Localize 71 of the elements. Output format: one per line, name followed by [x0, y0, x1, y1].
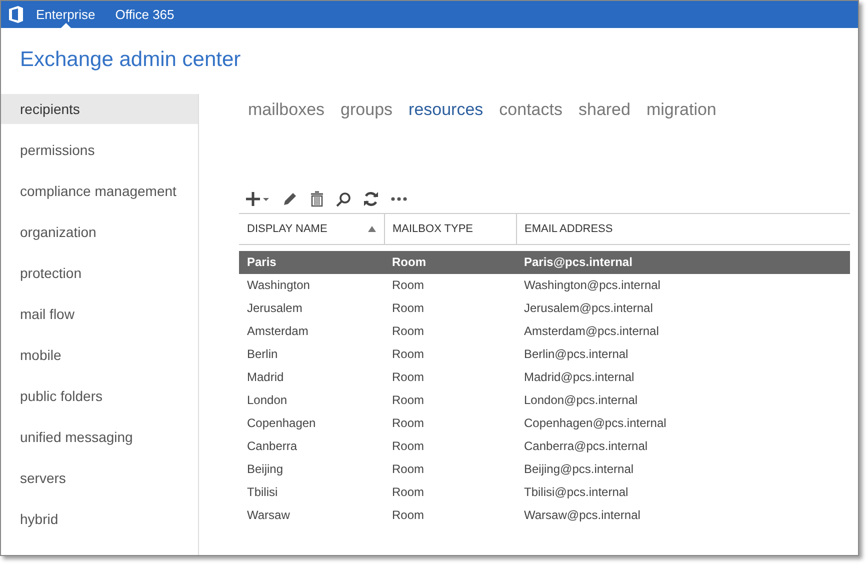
table-cell-text: Amsterdam [246, 323, 310, 340]
sidebar-item[interactable]: servers [1, 463, 198, 493]
office-logo-icon[interactable] [9, 6, 23, 23]
table-cell-text: Tbilisi [246, 484, 279, 501]
table-cell-text: Madrid [246, 369, 285, 386]
table-cell-text: Room [391, 300, 426, 317]
table-cell: Paris@pcs.internal [516, 250, 850, 274]
table-cell-text: Berlin [246, 346, 279, 363]
trash-icon [310, 191, 324, 207]
sidebar-item[interactable]: unified messaging [1, 422, 198, 452]
table-cell-text: Tbilisi@pcs.internal [523, 484, 630, 501]
column-header[interactable]: DISPLAY NAME [239, 214, 384, 244]
tab[interactable]: contacts [499, 97, 562, 121]
table-cell: Room [384, 250, 516, 274]
table-cell-text: Room [391, 415, 426, 432]
tab[interactable]: mailboxes [248, 97, 325, 121]
add-button[interactable] [244, 192, 272, 206]
top-nav-link[interactable]: Office 365 [108, 1, 182, 28]
table-cell-text: Room [391, 323, 426, 340]
plus-icon [246, 192, 270, 206]
sidebar-item[interactable]: hybrid [1, 504, 198, 534]
tab[interactable]: resources [408, 97, 484, 121]
sidebar-item[interactable]: public folders [1, 381, 198, 411]
column-header[interactable]: EMAIL ADDRESS [516, 214, 850, 244]
top-nav-link[interactable]: Enterprise [29, 1, 102, 28]
table-cell-text: Madrid@pcs.internal [523, 369, 636, 386]
table-cell: Paris [239, 250, 384, 274]
table-cell: Room [384, 274, 516, 296]
table-cell-text: Room [391, 438, 426, 455]
tab[interactable]: shared [578, 97, 630, 121]
table-cell-text: Beijing@pcs.internal [523, 461, 635, 478]
table-cell: Washington@pcs.internal [516, 274, 850, 296]
table-cell-text: Jerusalem@pcs.internal [523, 300, 654, 317]
tab[interactable]: migration [646, 97, 716, 121]
sidebar-item[interactable]: protection [1, 258, 198, 288]
more-button[interactable] [389, 197, 409, 201]
refresh-icon [363, 191, 379, 207]
sidebar-item[interactable]: organization [1, 217, 198, 247]
table-cell-text: Warsaw [246, 507, 291, 524]
table-cell-text: Room [391, 484, 426, 501]
sidebar-item[interactable]: permissions [1, 135, 198, 165]
sidebar-item[interactable]: mail flow [1, 299, 198, 329]
table-cell-text: Canberra [246, 438, 298, 455]
pencil-icon [282, 191, 298, 207]
search-button[interactable] [334, 192, 353, 206]
tab[interactable]: groups [340, 97, 393, 121]
table-cell-text: Canberra@pcs.internal [523, 438, 649, 455]
table-cell-text: Copenhagen@pcs.internal [523, 415, 668, 432]
table-cell-text: Beijing [246, 461, 284, 478]
table-cell-text: Room [391, 461, 426, 478]
more-icon [391, 197, 407, 201]
table-cell-text: Warsaw@pcs.internal [523, 507, 642, 524]
sidebar-item[interactable]: recipients [1, 94, 198, 124]
table-cell-text: London [246, 392, 288, 409]
app-title: Exchange admin center [20, 48, 241, 71]
refresh-button[interactable] [361, 191, 381, 207]
table-cell-text: London@pcs.internal [523, 392, 639, 409]
search-icon [336, 192, 351, 206]
table-cell-text: Room [391, 392, 426, 409]
table-cell-text: Room [391, 507, 426, 524]
table-cell-text: Amsterdam@pcs.internal [523, 323, 660, 340]
table-cell-text: Jerusalem [246, 300, 304, 317]
table-cell-text: Copenhagen [246, 415, 317, 432]
sidebar-item[interactable]: mobile [1, 340, 198, 370]
delete-button[interactable] [308, 191, 326, 207]
table-cell-text: Berlin@pcs.internal [523, 346, 630, 363]
table-cell: Washington [239, 274, 384, 296]
column-header[interactable]: MAILBOX TYPE [384, 214, 516, 244]
table-cell-text: Room [391, 369, 426, 386]
table-cell-text: Room [391, 346, 426, 363]
sidebar-item[interactable]: compliance management [1, 176, 198, 206]
